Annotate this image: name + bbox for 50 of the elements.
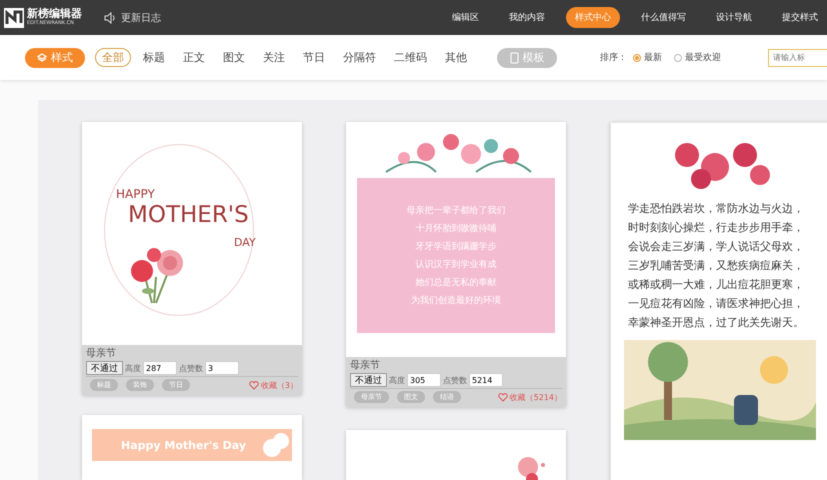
height-label: 高度 xyxy=(125,362,141,374)
likes-label: 点赞数 xyxy=(179,362,203,374)
nav-tab[interactable]: 编辑区 xyxy=(443,7,488,28)
logo-name: 新榜编辑器 xyxy=(27,8,82,20)
likes-field[interactable]: 3 xyxy=(205,361,239,375)
card-heading: HAPPY xyxy=(116,187,155,201)
heart-icon xyxy=(498,392,508,402)
style-card[interactable] xyxy=(346,430,566,480)
category-tab[interactable]: 正文 xyxy=(183,49,205,66)
layers-icon xyxy=(37,52,47,62)
sort-radio[interactable]: 最受欢迎 xyxy=(674,51,721,64)
category-tab[interactable]: 节日 xyxy=(303,49,325,66)
reject-button[interactable]: 不通过 xyxy=(86,361,123,375)
speaker-icon xyxy=(104,12,116,24)
flower-drawing xyxy=(516,455,546,480)
category-tab[interactable]: 图文 xyxy=(223,49,245,66)
poem-line: 牙牙学语到蹒跚学步 xyxy=(416,240,496,253)
category-tab[interactable]: 关注 xyxy=(263,49,285,66)
category-tab[interactable]: 二维码 xyxy=(394,49,427,66)
card-heading: DAY xyxy=(234,236,256,249)
banner-text: Happy Mother's Day xyxy=(121,438,246,452)
logo-icon xyxy=(4,8,24,28)
sort-label: 排序： xyxy=(600,52,627,64)
heart-icon xyxy=(248,380,259,390)
poem-line: 认识汉字到学业有成 xyxy=(416,258,496,271)
changelog-link[interactable]: 更新日志 xyxy=(121,10,161,24)
nav-tab[interactable]: 什么值得写 xyxy=(632,7,695,28)
phone-icon xyxy=(510,52,518,64)
poem-line: 她们总是无私的奉献 xyxy=(416,276,496,289)
nav-tab[interactable]: 提交样式 xyxy=(773,7,827,28)
search-field[interactable]: 请输入标 xyxy=(768,48,827,66)
reject-button[interactable]: 不通过 xyxy=(350,373,387,387)
poem-line: 十月怀胎到嗷嗷待哺 xyxy=(416,222,496,235)
height-label: 高度 xyxy=(389,374,405,386)
height-field[interactable]: 305 xyxy=(407,373,441,387)
likes-field[interactable]: 5214 xyxy=(469,373,503,387)
nav-tab[interactable]: 我的内容 xyxy=(500,7,554,28)
style-card[interactable]: 学走恐怕跌岩坎，常防水边与火边，时时刻刻心操烂，行走步步用手牵，会说会走三岁满，学人说话父母欢，三岁乳哺苦受满，又愁疾病痘麻关，或稀或稠一大难，儿出痘花胆更寒，一见痘花有凶险，请医求神把心担，幸蒙神圣开恩点，过了此关先谢天。 xyxy=(610,122,827,480)
card-title: 母亲节 xyxy=(350,360,381,371)
sort-radio[interactable]: 最新 xyxy=(633,51,662,64)
card-heading: MOTHER'S xyxy=(128,202,249,228)
poem-line: 为我们创造最好的环境 xyxy=(411,294,501,307)
article-text: 学走恐怕跌岩坎，常防水边与火边，时时刻刻心操烂，行走步步用手牵，会说会走三岁满，学人说话父母欢，三岁乳哺苦受满，又愁疾病痘麻关，或稀或稠一大难，儿出痘花胆更寒，一见痘花有凶险，请医求神把心担，幸蒙神圣开恩点，过了此关先谢天。 xyxy=(628,201,805,331)
nav-tab[interactable]: 设计导航 xyxy=(707,7,761,28)
category-tab[interactable]: 标题 xyxy=(143,49,165,66)
height-field[interactable]: 287 xyxy=(143,361,177,375)
category-tab[interactable]: 分隔符 xyxy=(343,49,376,66)
card-title: 母亲节 xyxy=(86,348,117,359)
category-tab[interactable]: 其他 xyxy=(445,49,467,66)
likes-label: 点赞数 xyxy=(443,374,467,386)
